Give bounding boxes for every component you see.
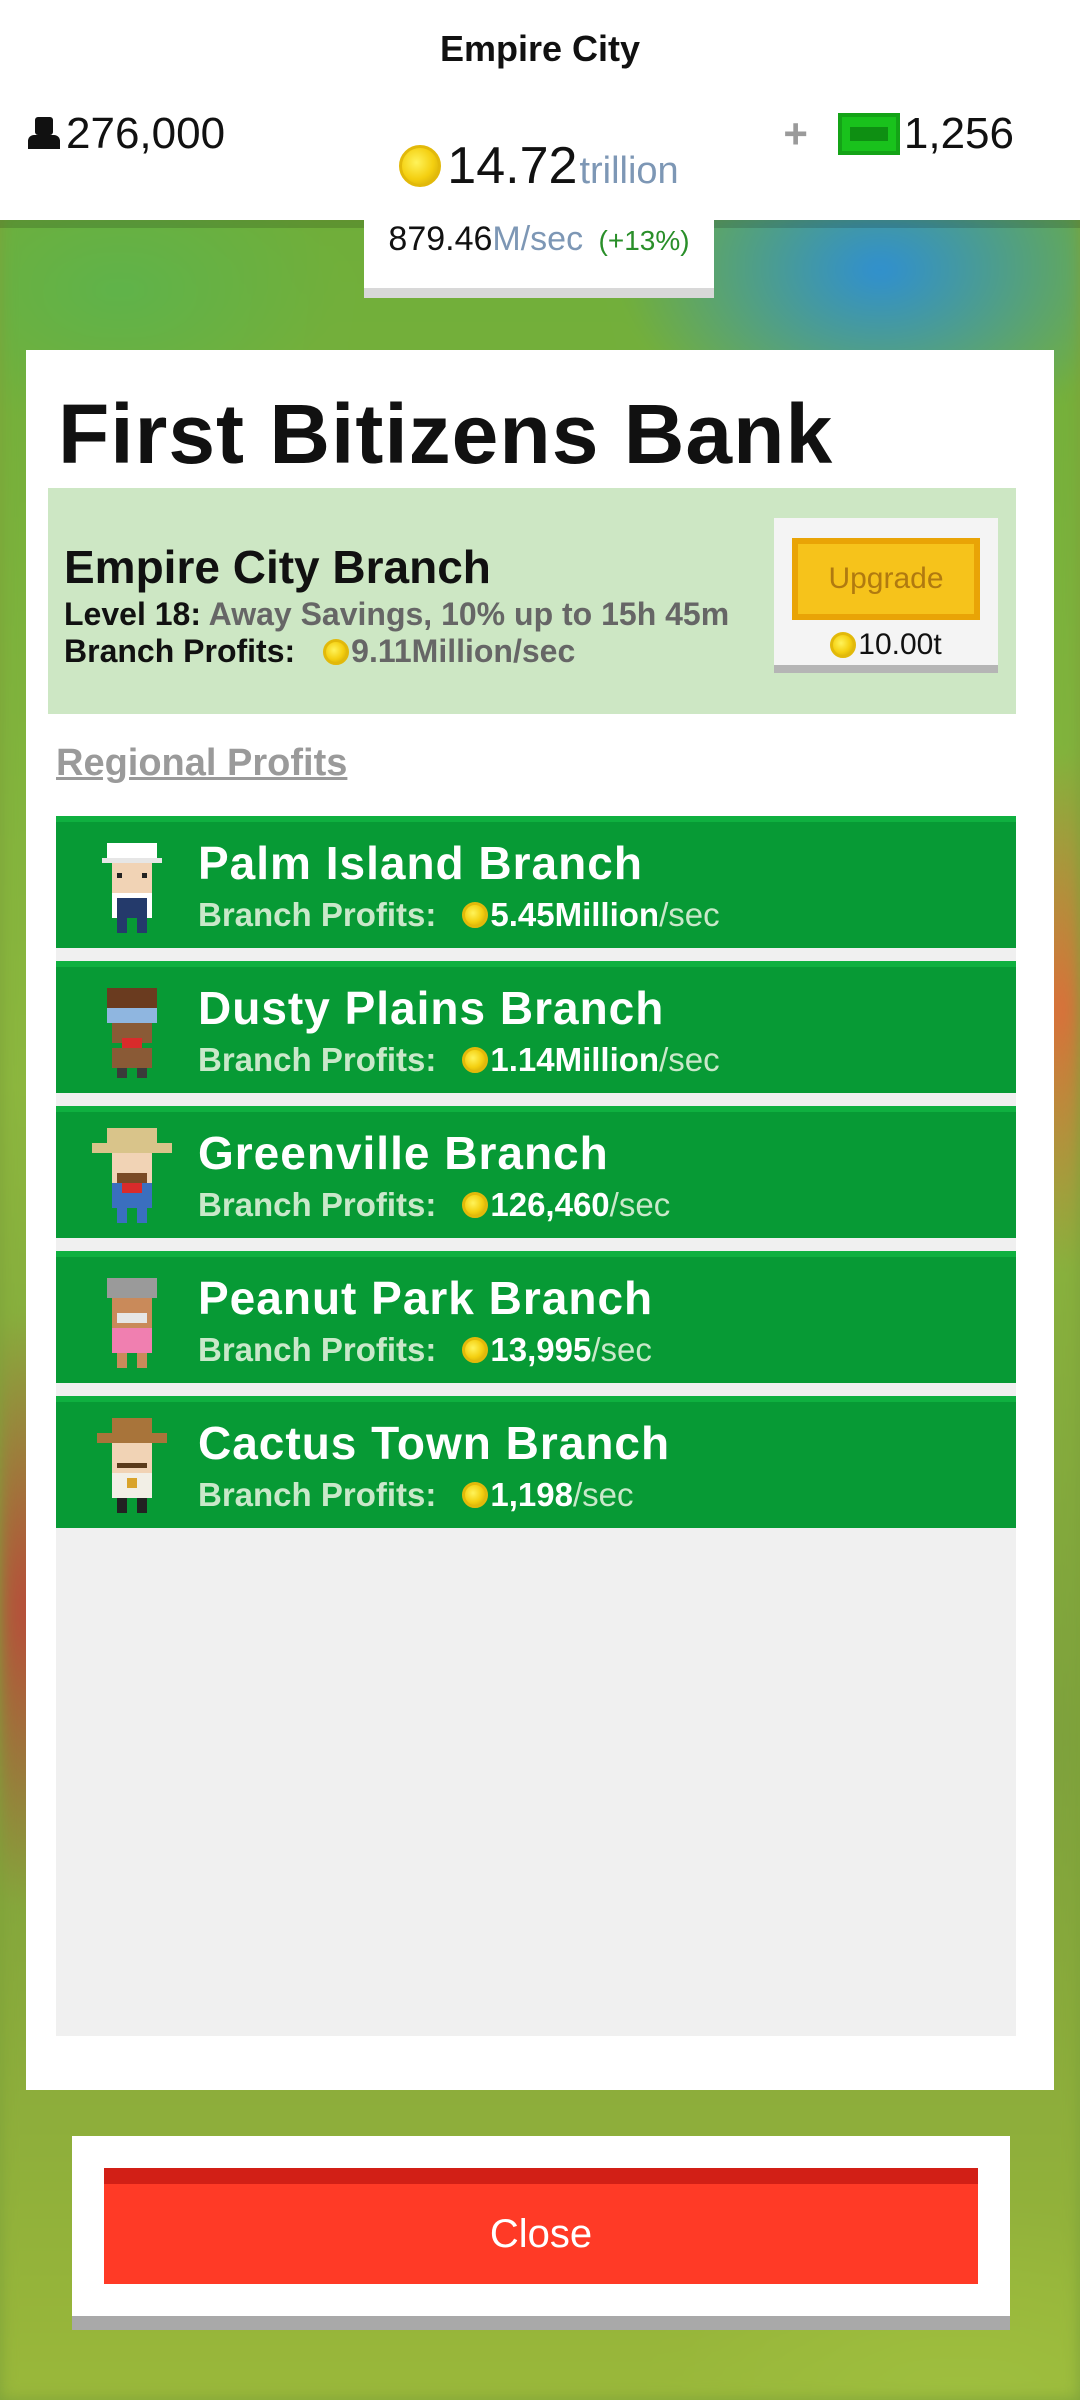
profits-label: Branch Profits: <box>198 1041 437 1078</box>
profits-label: Branch Profits: <box>198 896 437 933</box>
profits-label: Branch Profits: <box>198 1331 437 1368</box>
list-item[interactable]: Cactus Town Branch Branch Profits: 1,198… <box>56 1396 1016 1528</box>
rate-unit-sec: /sec <box>520 220 584 258</box>
bank-dialog: First Bitizens Bank Empire City Branch L… <box>26 350 1054 2090</box>
profits-amount: 126,460 <box>490 1186 610 1223</box>
branch-profits: Branch Profits: 5.45Million/sec <box>198 896 720 934</box>
branch-profits: Branch Profits: 126,460/sec <box>198 1186 670 1224</box>
coin-icon <box>462 1047 489 1073</box>
branch-name: Cactus Town Branch <box>198 1417 671 1469</box>
close-button[interactable]: Close <box>104 2168 978 2284</box>
coin-icon <box>830 632 857 658</box>
coin-icon <box>399 145 442 187</box>
coin-icon <box>323 638 350 665</box>
upgrade-panel: Upgrade 10.00t <box>774 518 998 673</box>
avatar-icon <box>107 1278 157 1368</box>
avatar-icon <box>92 1128 172 1223</box>
branch-name: Empire City Branch <box>64 541 491 593</box>
rate-bonus: (+13%) <box>598 225 690 256</box>
income-rate: 879.46M/sec (+13%) <box>364 220 714 259</box>
upgrade-cost-value: 10.00t <box>858 628 942 661</box>
coin-icon <box>462 1337 489 1363</box>
rate-unit-m: M <box>492 220 521 258</box>
regional-profits-heading: Regional Profits <box>56 742 348 784</box>
list-item[interactable]: Peanut Park Branch Branch Profits: 13,99… <box>56 1251 1016 1383</box>
branch-name: Dusty Plains Branch <box>198 982 665 1034</box>
profits-label: Branch Profits: <box>64 633 296 669</box>
level-description: Away Savings, 10% up to 15h 45m <box>208 596 730 632</box>
avatar-icon <box>107 988 157 1078</box>
branch-name: Peanut Park Branch <box>198 1272 654 1324</box>
cash-amount: 14.72 trillion <box>364 136 714 196</box>
avatar-icon <box>102 843 162 933</box>
list-item[interactable]: Greenville Branch Branch Profits: 126,46… <box>56 1106 1016 1238</box>
branch-profits: Branch Profits: 1,198/sec <box>198 1476 634 1514</box>
coin-icon <box>462 1482 489 1508</box>
cash-unit: trillion <box>579 150 679 192</box>
profits-unit: /sec <box>659 896 720 933</box>
branch-name: Greenville Branch <box>198 1127 609 1179</box>
coin-icon <box>462 1192 489 1218</box>
profits-amount: 1.14Million <box>490 1041 660 1078</box>
dialog-title: First Bitizens Bank <box>58 387 834 481</box>
current-branch-card: Empire City Branch Level 18: Away Saving… <box>48 488 1016 714</box>
profits-unit: /sec <box>572 1476 634 1513</box>
branch-profits: Branch Profits: 9.11Million/sec <box>64 633 575 670</box>
add-bux-button[interactable]: + <box>783 110 808 158</box>
city-title: Empire City <box>439 28 641 69</box>
cash-value: 14.72 <box>447 137 578 195</box>
bux-icon <box>837 113 900 155</box>
profits-unit: /sec <box>609 1186 671 1223</box>
cash-panel: 14.72 trillion 879.46M/sec (+13%) <box>364 120 714 298</box>
branch-name: Palm Island Branch <box>198 837 643 889</box>
level-label: Level 18: <box>64 596 201 632</box>
person-icon <box>26 117 62 151</box>
bux-counter[interactable]: + 1,256 <box>783 106 1014 162</box>
branch-level: Level 18: Away Savings, 10% up to 15h 45… <box>64 596 729 633</box>
profits-value: 9.11Million/sec <box>351 633 576 669</box>
profits-amount: 13,995 <box>490 1331 592 1368</box>
profits-label: Branch Profits: <box>198 1186 437 1223</box>
bux-value: 1,256 <box>903 109 1014 158</box>
profits-label: Branch Profits: <box>198 1476 437 1513</box>
rate-value: 879.46 <box>388 220 493 258</box>
regional-branch-list: Palm Island Branch Branch Profits: 5.45M… <box>56 816 1016 2036</box>
branch-profits: Branch Profits: 1.14Million/sec <box>198 1041 720 1079</box>
branch-profits: Branch Profits: 13,995/sec <box>198 1331 652 1369</box>
population-value: 276,000 <box>66 109 226 158</box>
population-counter[interactable]: 276,000 <box>26 106 225 162</box>
list-item[interactable]: Dusty Plains Branch Branch Profits: 1.14… <box>56 961 1016 1093</box>
upgrade-cost: 10.00t <box>774 628 998 662</box>
upgrade-button[interactable]: Upgrade <box>792 538 980 620</box>
list-item[interactable]: Palm Island Branch Branch Profits: 5.45M… <box>56 816 1016 948</box>
profits-unit: /sec <box>659 1041 720 1078</box>
profits-amount: 5.45Million <box>490 896 660 933</box>
profits-unit: /sec <box>591 1331 652 1368</box>
avatar-icon <box>97 1418 167 1513</box>
coin-icon <box>462 902 489 928</box>
profits-amount: 1,198 <box>490 1476 573 1513</box>
close-panel: Close <box>72 2136 1010 2330</box>
